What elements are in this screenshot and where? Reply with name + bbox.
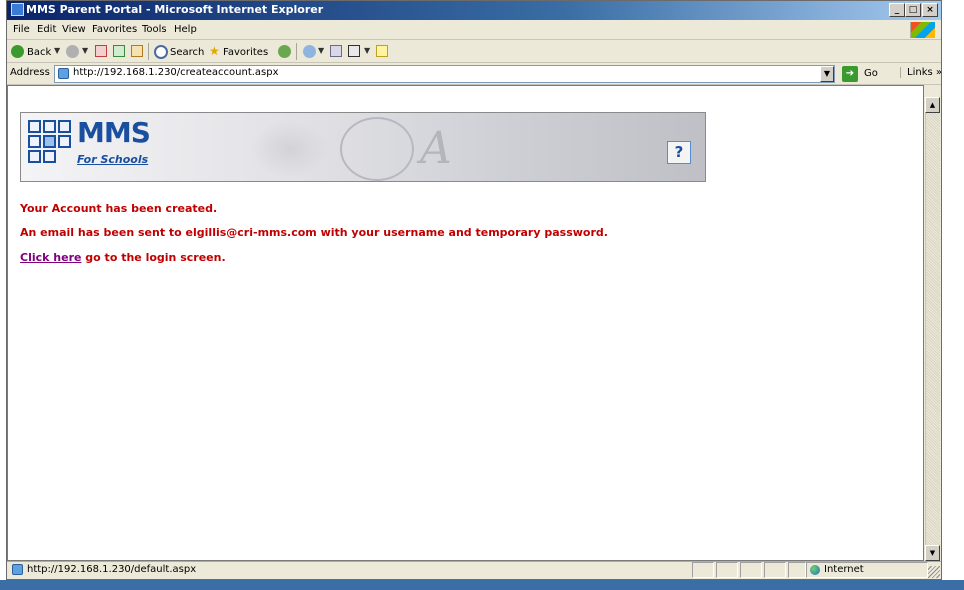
status-pane bbox=[716, 562, 738, 578]
login-message-suffix: go to the login screen. bbox=[81, 251, 226, 264]
back-button[interactable]: Back bbox=[27, 47, 51, 58]
banner-photo-people bbox=[250, 120, 330, 178]
menu-file[interactable]: File bbox=[13, 24, 30, 35]
scroll-up-button[interactable]: ▲ bbox=[925, 97, 940, 113]
address-dropdown-icon[interactable]: ▼ bbox=[820, 66, 834, 82]
favorites-button[interactable]: Favorites bbox=[223, 47, 268, 58]
menu-tools[interactable]: Tools bbox=[142, 24, 167, 35]
banner-photo-circle bbox=[340, 117, 414, 181]
close-button[interactable]: × bbox=[922, 3, 938, 17]
ie-app-icon[interactable] bbox=[11, 3, 24, 16]
login-link[interactable]: Click here bbox=[20, 251, 81, 264]
resize-grip-icon[interactable] bbox=[928, 566, 940, 578]
menu-view[interactable]: View bbox=[62, 24, 86, 35]
forward-arrow-icon[interactable] bbox=[66, 45, 79, 58]
menu-help[interactable]: Help bbox=[174, 24, 197, 35]
go-arrow-icon[interactable]: ➔ bbox=[842, 66, 858, 82]
history-icon[interactable] bbox=[278, 45, 291, 58]
desktop-background bbox=[0, 580, 964, 590]
account-created-message: Your Account has been created. bbox=[20, 202, 218, 215]
back-dropdown-icon[interactable]: ▼ bbox=[54, 46, 60, 55]
back-arrow-icon[interactable] bbox=[11, 45, 24, 58]
help-button[interactable]: ? bbox=[667, 141, 691, 164]
toolbar-separator bbox=[296, 43, 297, 60]
login-message: Click here go to the login screen. bbox=[20, 251, 226, 264]
email-sent-message: An email has been sent to elgillis@cri-m… bbox=[20, 226, 608, 239]
favorites-star-icon[interactable]: ★ bbox=[209, 44, 220, 58]
minimize-button[interactable]: _ bbox=[889, 3, 905, 17]
edit-icon[interactable] bbox=[348, 45, 360, 57]
mail-dropdown-icon[interactable]: ▼ bbox=[318, 46, 324, 55]
stop-icon[interactable] bbox=[95, 45, 107, 57]
status-text: http://192.168.1.230/default.aspx bbox=[27, 564, 197, 575]
mail-icon[interactable] bbox=[303, 45, 316, 58]
maximize-button[interactable]: □ bbox=[905, 3, 921, 17]
zone-text: Internet bbox=[824, 564, 864, 575]
forward-dropdown-icon[interactable]: ▼ bbox=[82, 46, 88, 55]
search-icon[interactable] bbox=[154, 45, 168, 59]
menu-favorites[interactable]: Favorites bbox=[92, 24, 137, 35]
page-icon bbox=[12, 564, 23, 575]
status-pane bbox=[788, 562, 806, 578]
refresh-icon[interactable] bbox=[113, 45, 125, 57]
print-icon[interactable] bbox=[330, 45, 342, 57]
toolbar-separator bbox=[148, 43, 149, 60]
logo-text: MMS bbox=[77, 116, 151, 149]
scroll-down-button[interactable]: ▼ bbox=[925, 545, 940, 561]
discuss-icon[interactable] bbox=[376, 45, 388, 57]
window-title: MMS Parent Portal - Microsoft Internet E… bbox=[26, 3, 324, 16]
search-button[interactable]: Search bbox=[170, 47, 204, 58]
status-pane bbox=[764, 562, 786, 578]
menu-edit[interactable]: Edit bbox=[37, 24, 56, 35]
go-button[interactable]: Go bbox=[864, 68, 878, 79]
vertical-scrollbar-track[interactable] bbox=[925, 113, 940, 545]
page-icon bbox=[58, 68, 69, 79]
address-label: Address bbox=[10, 67, 50, 78]
status-pane bbox=[740, 562, 762, 578]
internet-zone-icon bbox=[810, 565, 820, 575]
windows-logo-icon bbox=[910, 22, 935, 38]
banner-photo-letter: A bbox=[420, 123, 452, 174]
edit-dropdown-icon[interactable]: ▼ bbox=[364, 46, 370, 55]
address-url[interactable]: http://192.168.1.230/createaccount.aspx bbox=[73, 67, 279, 78]
links-button[interactable]: Links » bbox=[900, 67, 942, 78]
home-icon[interactable] bbox=[131, 45, 143, 57]
logo-subtitle: For Schools bbox=[77, 153, 149, 166]
status-pane bbox=[692, 562, 714, 578]
mms-logo-icon bbox=[28, 120, 74, 166]
